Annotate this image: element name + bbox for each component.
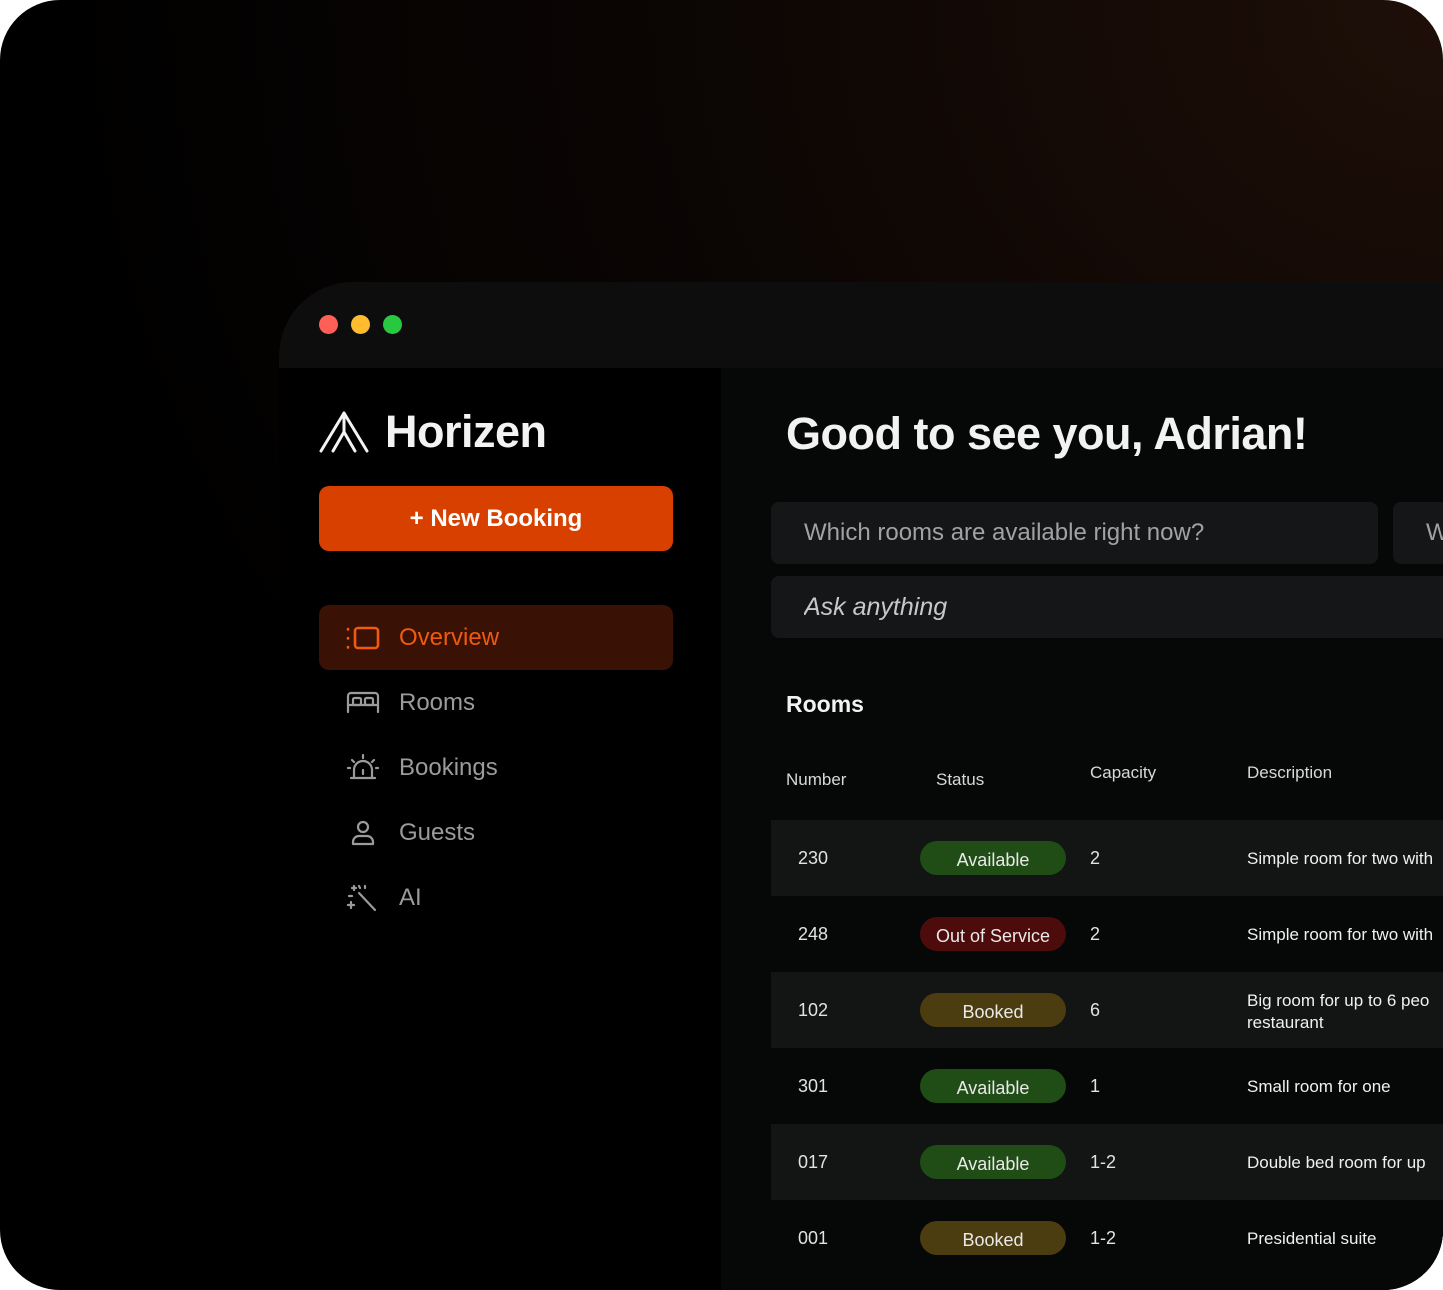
room-description: Presidential suite <box>1247 1229 1377 1248</box>
column-header-capacity[interactable]: Capacity <box>1090 763 1156 783</box>
sidebar-nav: Overview Rooms Bookings Guests AI <box>319 605 673 930</box>
page-title: Good to see you, Adrian! <box>786 408 1308 459</box>
maximize-window-button[interactable] <box>383 315 402 334</box>
room-capacity: 1-2 <box>1090 1228 1117 1248</box>
sidebar-item-label: Overview <box>399 623 500 651</box>
table-header: Number Status Capacity Description <box>721 748 1443 808</box>
room-number: 001 <box>798 1228 829 1248</box>
status-badge: Available <box>920 841 1066 875</box>
room-capacity: 2 <box>1090 848 1101 868</box>
sidebar-item-bookings[interactable]: Bookings <box>319 735 673 800</box>
sidebar-item-label: Guests <box>399 818 476 846</box>
sidebar-item-guests[interactable]: Guests <box>319 800 673 865</box>
room-description: Small room for one <box>1247 1077 1391 1096</box>
column-header-number[interactable]: Number <box>786 770 846 790</box>
table-row[interactable]: 301 Available 1 Small room for one <box>771 1048 1443 1124</box>
room-number: 102 <box>798 1000 829 1020</box>
brand[interactable]: Horizen <box>319 402 547 462</box>
table-row[interactable]: 230 Available 2 Simple room for two with <box>771 820 1443 896</box>
sidebar-item-label: Bookings <box>399 753 498 781</box>
room-description-line: Big room for up to 6 peo <box>1247 991 1430 1010</box>
app-name: Horizen <box>385 406 547 457</box>
bell-icon <box>345 753 381 783</box>
sidebar-item-label: Rooms <box>399 688 476 716</box>
status-badge: Booked <box>920 993 1066 1027</box>
horizen-logo-icon <box>319 411 369 453</box>
ask-input[interactable] <box>771 576 1443 638</box>
screenshot-frame: Horizen + New Booking Overview Rooms Boo… <box>0 0 1443 1290</box>
new-booking-button[interactable]: + New Booking <box>319 486 673 551</box>
table-row[interactable]: 248 Out of Service 2 Simple room for two… <box>771 896 1443 972</box>
rooms-section-title: Rooms <box>786 691 864 717</box>
room-capacity: 1 <box>1090 1076 1101 1096</box>
sidebar-item-overview[interactable]: Overview <box>319 605 673 670</box>
suggestion-chip[interactable]: Which rooms are available right now? <box>771 502 1378 564</box>
room-description: Big room for up to 6 peo restaurant <box>1247 990 1443 1034</box>
status-badge: Available <box>920 1069 1066 1103</box>
suggestion-chip[interactable]: W <box>1393 502 1443 564</box>
column-header-status[interactable]: Status <box>936 770 984 790</box>
sidebar-item-ai[interactable]: AI <box>319 865 673 930</box>
room-number: 248 <box>798 924 829 944</box>
minimize-window-button[interactable] <box>351 315 370 334</box>
user-icon <box>345 818 381 848</box>
sidebar-item-label: AI <box>399 883 422 911</box>
table-row[interactable]: 017 Available 1-2 Double bed room for up <box>771 1124 1443 1200</box>
overview-icon <box>345 623 381 653</box>
column-header-description[interactable]: Description <box>1247 763 1332 783</box>
status-badge: Out of Service <box>920 917 1066 951</box>
room-number: 301 <box>798 1076 829 1096</box>
room-description-line: restaurant <box>1247 1013 1324 1032</box>
room-capacity: 1-2 <box>1090 1152 1117 1172</box>
sidebar-item-rooms[interactable]: Rooms <box>319 670 673 735</box>
app-window: Horizen + New Booking Overview Rooms Boo… <box>279 282 1443 1290</box>
room-description: Simple room for two with <box>1247 849 1434 868</box>
table-row[interactable]: 102 Booked 6 Big room for up to 6 peo re… <box>771 972 1443 1048</box>
close-window-button[interactable] <box>319 315 338 334</box>
room-description: Simple room for two with <box>1247 925 1434 944</box>
magic-wand-icon <box>345 883 381 913</box>
main-content: Good to see you, Adrian! Which rooms are… <box>721 368 1443 1290</box>
bed-icon <box>345 688 381 718</box>
status-badge: Available <box>920 1145 1066 1179</box>
sidebar: Horizen + New Booking Overview Rooms Boo… <box>279 368 721 1290</box>
title-bar <box>279 282 1443 368</box>
room-number: 017 <box>798 1152 829 1172</box>
room-number: 230 <box>798 848 829 868</box>
rooms-table: 230 Available 2 Simple room for two with… <box>771 820 1443 1276</box>
room-description: Double bed room for up <box>1247 1153 1426 1172</box>
room-capacity: 6 <box>1090 1000 1101 1020</box>
status-badge: Booked <box>920 1221 1066 1255</box>
room-capacity: 2 <box>1090 924 1101 944</box>
table-row[interactable]: 001 Booked 1-2 Presidential suite <box>771 1200 1443 1276</box>
